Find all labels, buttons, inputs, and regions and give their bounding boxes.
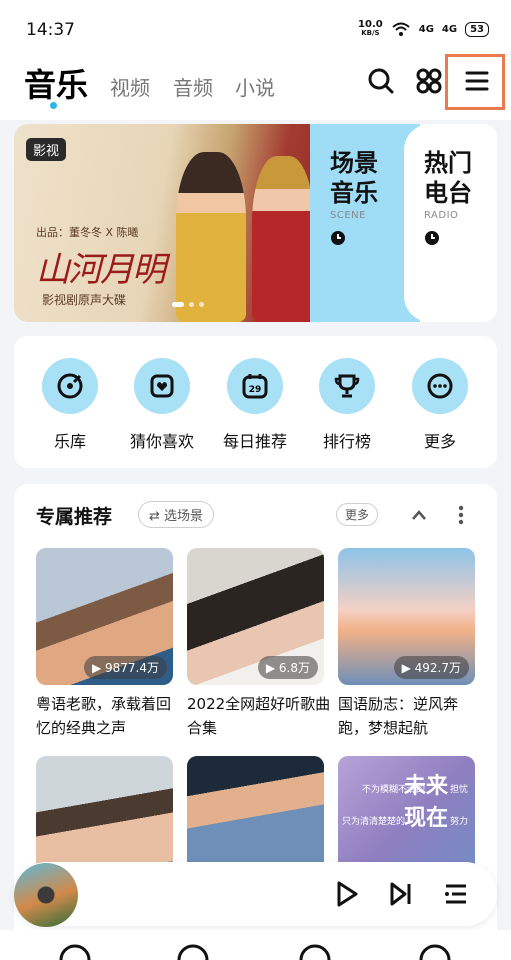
playlist-title[interactable]: 国语励志：逆风奔跑，梦想起航 bbox=[338, 692, 483, 740]
status-time: 14:37 bbox=[26, 20, 75, 40]
bottom-nav bbox=[0, 930, 511, 960]
cover-text-big-1: 未来 bbox=[404, 774, 449, 799]
music-library-icon bbox=[42, 358, 98, 414]
network-speed: 10.0 KB/S bbox=[358, 20, 383, 38]
play-count: ▶ 492.7万 bbox=[393, 656, 469, 679]
playlist-cover[interactable]: ▶ 492.7万 bbox=[338, 548, 475, 685]
banner-tag: 影视 bbox=[26, 138, 67, 161]
signal-2: 4G bbox=[441, 23, 458, 35]
quick-item-chart[interactable]: 排行榜 bbox=[307, 358, 387, 452]
quick-label: 每日推荐 bbox=[222, 432, 287, 451]
quick-label: 猜你喜欢 bbox=[129, 432, 194, 451]
quick-item-guess[interactable]: 猜你喜欢 bbox=[122, 358, 202, 452]
poster-credit: 出品：董冬冬 X 陈曦 bbox=[36, 226, 139, 239]
wifi-icon bbox=[392, 22, 410, 36]
speed-value: 10.0 bbox=[358, 19, 383, 30]
signal-1: 4G bbox=[418, 23, 434, 35]
play-count: ▶ 6.8万 bbox=[257, 656, 318, 679]
calendar-day: 29 bbox=[249, 385, 262, 395]
quick-label: 排行榜 bbox=[322, 432, 371, 451]
tab-music[interactable]: 音乐 bbox=[24, 60, 88, 106]
figure-empress bbox=[252, 156, 314, 322]
cover-text-big-2: 现在 bbox=[404, 806, 449, 831]
nav-discover-icon[interactable] bbox=[176, 942, 210, 960]
album-disc[interactable] bbox=[14, 863, 78, 927]
page-dot bbox=[199, 302, 204, 307]
figure-emperor bbox=[176, 152, 246, 322]
banner: 影视 出品：董冬冬 X 陈曦 山河月明 影视剧原声大碟 场景 音乐 SCENE … bbox=[14, 124, 497, 322]
play-count-value: 6.8万 bbox=[278, 661, 310, 675]
top-header: 音乐 视频 音频 小说 bbox=[0, 54, 511, 120]
chevron-up-icon[interactable] bbox=[410, 508, 428, 522]
calendar-icon: 29 bbox=[227, 358, 283, 414]
radio-play-icon[interactable] bbox=[424, 230, 440, 246]
radio-title-1: 热门 bbox=[424, 149, 472, 177]
cover-text-small-1b: 担忧 bbox=[450, 785, 469, 795]
more-button[interactable]: 更多 bbox=[336, 503, 379, 526]
play-count-value: 492.7万 bbox=[414, 661, 461, 675]
page-dot bbox=[189, 302, 194, 307]
quick-item-more[interactable]: 更多 bbox=[400, 358, 480, 452]
scene-title-1: 场景 bbox=[330, 149, 378, 177]
more-icon bbox=[412, 358, 468, 414]
apps-icon[interactable] bbox=[414, 66, 444, 96]
banner-pagination bbox=[172, 302, 204, 307]
play-count: ▶ 9877.4万 bbox=[83, 656, 167, 679]
playlist-cover[interactable]: ▶ 6.8万 bbox=[187, 548, 324, 685]
heart-box-icon bbox=[134, 358, 190, 414]
section-title: 专属推荐 bbox=[36, 506, 113, 528]
playlist-title[interactable]: 2022全网超好听歌曲合集 bbox=[187, 692, 332, 740]
speed-unit: KB/S bbox=[361, 29, 380, 37]
play-count-value: 9877.4万 bbox=[105, 661, 159, 675]
radio-en: RADIO bbox=[424, 210, 459, 221]
poster-title: 山河月明 bbox=[36, 250, 166, 290]
nav-profile-icon[interactable] bbox=[418, 942, 452, 960]
banner-poster[interactable]: 影视 出品：董冬冬 X 陈曦 山河月明 影视剧原声大碟 bbox=[14, 124, 334, 322]
poster-subtitle: 影视剧原声大碟 bbox=[42, 293, 127, 307]
quick-label: 更多 bbox=[423, 432, 456, 451]
status-bar: 14:37 10.0 KB/S 4G 4G 53 bbox=[0, 0, 511, 60]
tab-audio[interactable]: 音频 bbox=[173, 72, 213, 101]
trophy-icon bbox=[319, 358, 375, 414]
overflow-menu-icon[interactable] bbox=[458, 504, 464, 526]
chip-label: 选场景 bbox=[164, 509, 204, 524]
play-icon[interactable] bbox=[334, 880, 360, 908]
tab-novel[interactable]: 小说 bbox=[235, 72, 275, 101]
select-scene-chip[interactable]: ⇄ 选场景 bbox=[138, 501, 215, 528]
next-icon[interactable] bbox=[388, 880, 414, 908]
quick-item-daily[interactable]: 29 每日推荐 bbox=[215, 358, 295, 452]
swap-icon: ⇄ bbox=[149, 509, 165, 524]
nav-listen-icon[interactable] bbox=[298, 942, 332, 960]
quick-label: 乐库 bbox=[53, 432, 86, 451]
scene-en: SCENE bbox=[330, 210, 366, 221]
active-tab-indicator bbox=[50, 102, 57, 109]
quick-nav: 乐库 猜你喜欢 29 每日推荐 排行榜 更多 bbox=[14, 336, 497, 468]
search-icon[interactable] bbox=[366, 66, 396, 96]
hot-radio-card[interactable]: 热门 电台 RADIO bbox=[404, 124, 497, 322]
cover-text-small-2b: 努力 bbox=[450, 817, 469, 827]
mini-player[interactable] bbox=[14, 862, 497, 926]
quick-item-library[interactable]: 乐库 bbox=[30, 358, 110, 452]
battery-icon: 53 bbox=[465, 21, 489, 37]
cover-text-small-2: 只为清清楚楚的 bbox=[342, 817, 406, 827]
tab-video[interactable]: 视频 bbox=[110, 72, 150, 101]
scene-title-2: 音乐 bbox=[330, 179, 378, 207]
status-icons: 10.0 KB/S 4G 4G 53 bbox=[358, 20, 489, 38]
playlist-cover[interactable]: ▶ 9877.4万 bbox=[36, 548, 173, 685]
page-dot-active bbox=[172, 302, 184, 307]
scene-play-icon[interactable] bbox=[330, 230, 346, 246]
radio-title-2: 电台 bbox=[424, 179, 472, 207]
nav-home-icon[interactable] bbox=[58, 942, 92, 960]
playlist-title[interactable]: 粤语老歌，承载着回忆的经典之声 bbox=[36, 692, 181, 740]
menu-icon[interactable] bbox=[462, 66, 492, 96]
playlist-icon[interactable] bbox=[442, 880, 470, 908]
